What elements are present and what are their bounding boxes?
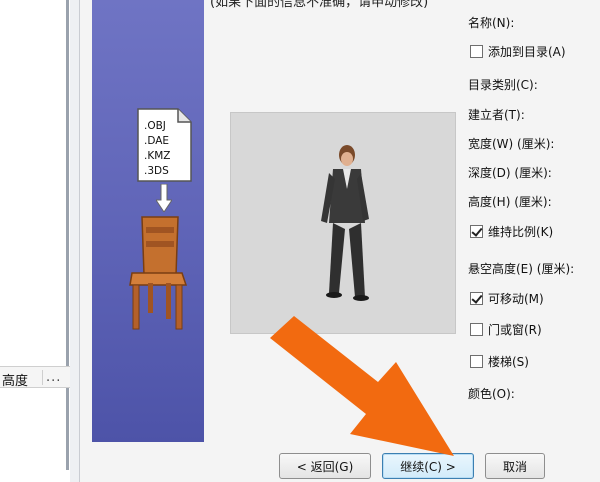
import-furniture-wizard: (如果下面的信息不准确，请申动修改) .OBJ .DAE .KMZ .3DS 名…	[80, 0, 600, 482]
depth-label: 深度(D) (厘米):	[468, 166, 552, 180]
format-kmz: .KMZ	[144, 150, 170, 162]
format-3ds: .3DS	[144, 165, 169, 177]
height-label: 高度(H) (厘米):	[468, 195, 552, 209]
continue-button[interactable]: 继续(C) >	[382, 453, 474, 479]
cancel-button[interactable]: 取消	[485, 453, 545, 479]
width-label: 宽度(W) (厘米):	[468, 137, 555, 151]
column-header-height[interactable]: 高度	[2, 370, 28, 389]
add-to-catalog-label: 添加到目录(A)	[488, 44, 566, 59]
staircase-label: 楼梯(S)	[488, 354, 529, 369]
elevation-label: 悬空高度(E) (厘米):	[468, 262, 575, 276]
keep-ratio-box[interactable]	[470, 224, 483, 238]
format-dae: .DAE	[144, 135, 169, 147]
down-arrow-icon	[156, 184, 172, 212]
staircase-checkbox[interactable]: 楼梯(S)	[470, 352, 529, 370]
creator-label: 建立者(T):	[468, 108, 525, 122]
movable-label: 可移动(M)	[488, 291, 544, 306]
instruction-text: (如果下面的信息不准确，请申动修改)	[210, 0, 429, 10]
screen: 高度 ... (如果下面的信息不准确，请申动修改) .OBJ .DAE .KMZ…	[0, 0, 600, 482]
add-to-catalog-checkbox[interactable]: 添加到目录(A)	[470, 42, 566, 60]
model-preview[interactable]	[230, 112, 456, 334]
staircase-box[interactable]	[470, 354, 483, 368]
model-file-icon: .OBJ .DAE .KMZ .3DS	[137, 108, 192, 182]
movable-box[interactable]	[470, 291, 483, 305]
chair-model-icon	[129, 216, 188, 330]
format-obj: .OBJ	[144, 120, 166, 132]
door-window-label: 门或窗(R)	[488, 322, 542, 337]
column-header-row: 高度 ...	[0, 366, 70, 389]
wizard-side-panel: .OBJ .DAE .KMZ .3DS	[92, 0, 204, 442]
column-header-more[interactable]: ...	[42, 370, 61, 385]
name-label: 名称(N):	[468, 16, 515, 30]
door-window-box[interactable]	[470, 322, 483, 336]
movable-checkbox[interactable]: 可移动(M)	[470, 289, 544, 307]
category-label: 目录类别(C):	[468, 78, 538, 92]
3d-character-model	[321, 145, 369, 301]
add-to-catalog-box[interactable]	[470, 44, 483, 58]
background-window-pane	[0, 0, 70, 482]
window-frame-strip	[70, 0, 80, 482]
window-border	[66, 0, 69, 470]
keep-ratio-checkbox[interactable]: 维持比例(K)	[470, 222, 553, 240]
back-button[interactable]: < 返回(G)	[279, 453, 371, 479]
color-label: 颜色(O):	[468, 387, 515, 401]
keep-ratio-label: 维持比例(K)	[488, 224, 554, 239]
door-window-checkbox[interactable]: 门或窗(R)	[470, 320, 542, 338]
